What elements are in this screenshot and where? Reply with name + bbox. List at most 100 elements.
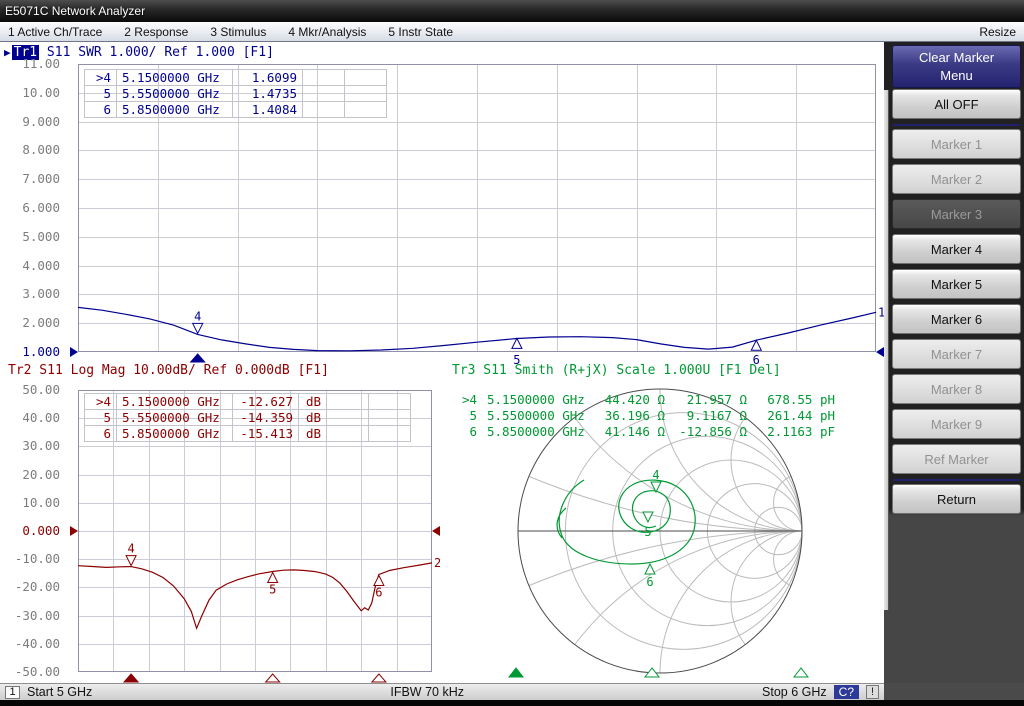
- marker-cell-empty: [369, 394, 411, 410]
- softkey-panel-edge[interactable]: [884, 90, 889, 610]
- menu-item-5[interactable]: 5 Instr State: [388, 25, 453, 39]
- axis-tick-label: 8.000: [0, 142, 60, 158]
- axis-tick-label: 0.000: [0, 523, 60, 539]
- ifbw-label[interactable]: IFBW 70 kHz: [390, 685, 464, 699]
- marker-cell: 5.5500000 GHz: [117, 86, 233, 102]
- marker-cell: >4: [85, 70, 117, 86]
- axis-tick-label: -30.00: [0, 608, 60, 624]
- channel-number-box: 1: [5, 686, 20, 699]
- softkey-all-off[interactable]: All OFF: [892, 89, 1021, 119]
- softkey-return[interactable]: Return: [892, 484, 1021, 514]
- marker-cell: 36.196 Ω: [594, 407, 670, 423]
- trace3-params: Tr3 S11 Smith (R+jX) Scale 1.000U [F1 De…: [452, 363, 781, 378]
- marker-cell: 41.146 Ω: [594, 423, 670, 439]
- marker-cell: 5.8500000 GHz: [117, 102, 233, 118]
- svg-text:5: 5: [644, 525, 651, 539]
- marker-cell: 5.8500000 GHz: [117, 426, 233, 442]
- marker-cell: 5: [85, 86, 117, 102]
- axis-tick-label: -50.00: [0, 664, 60, 680]
- tr1-marker-table: >45.1500000 GHz1.609955.5500000 GHz1.473…: [84, 69, 387, 118]
- marker-cell: >4: [85, 394, 117, 410]
- softkey-marker-6[interactable]: Marker 6: [892, 304, 1021, 334]
- marker-cell: 678.55 pH: [752, 391, 840, 407]
- marker-row: 65.8500000 GHz1.4084: [85, 102, 387, 118]
- softkey-separator: [893, 124, 1020, 126]
- marker-cell: -12.856 Ω: [670, 423, 752, 439]
- svg-text:6: 6: [375, 585, 382, 599]
- marker-row: 65.8500000 GHz41.146 Ω-12.856 Ω2.1163 pF: [452, 423, 840, 439]
- axis-tick-label: -20.00: [0, 579, 60, 595]
- marker-cell: 5.1500000 GHz: [117, 70, 233, 86]
- marker-cell: 21.957 Ω: [670, 391, 752, 407]
- axis-tick-label: 5.000: [0, 229, 60, 245]
- softkey-marker-1[interactable]: Marker 1: [892, 129, 1021, 159]
- softkey-marker-4[interactable]: Marker 4: [892, 234, 1021, 264]
- menu-item-2[interactable]: 2 Response: [124, 25, 188, 39]
- trace3-header[interactable]: Tr3 S11 Smith (R+jX) Scale 1.000U [F1 De…: [452, 362, 781, 378]
- ref-level-arrow-right: [876, 347, 884, 357]
- svg-text:4: 4: [127, 542, 134, 556]
- window-titlebar[interactable]: E5071C Network Analyzer: [0, 0, 1024, 22]
- marker-cell: 6: [85, 426, 117, 442]
- menu-item-1[interactable]: 1 Active Ch/Trace: [8, 25, 102, 39]
- marker-cell-empty: [303, 70, 345, 86]
- marker-6: 6: [374, 575, 384, 599]
- marker-6: 6: [645, 564, 655, 589]
- axis-tick-label: 10.00: [0, 85, 60, 101]
- softkey-ref-marker[interactable]: Ref Marker: [892, 444, 1021, 474]
- status-bar-right-fill: [884, 683, 1024, 700]
- marker-row: 55.5500000 GHz1.4735: [85, 86, 387, 102]
- trace2-params: Tr2 S11 Log Mag 10.00dB/ Ref 0.000dB [F1…: [8, 363, 329, 378]
- ref-level-arrow-left: [70, 347, 78, 357]
- softkey-marker-9[interactable]: Marker 9: [892, 409, 1021, 439]
- marker-cell-empty: [303, 102, 345, 118]
- marker-cell-empty: [369, 410, 411, 426]
- marker-cell: 5: [452, 407, 482, 423]
- menu-resize[interactable]: Resize: [979, 25, 1016, 39]
- axis-tick-label: -10.00: [0, 551, 60, 567]
- softkey-marker-8[interactable]: Marker 8: [892, 374, 1021, 404]
- marker-cell-empty: [327, 426, 369, 442]
- tr2-y-axis-labels: 50.0040.0030.0020.0010.000.000-10.00-20.…: [0, 386, 66, 681]
- window-bottom-edge: [0, 700, 1024, 706]
- trace2-header[interactable]: Tr2 S11 Log Mag 10.00dB/ Ref 0.000dB [F1…: [8, 362, 329, 378]
- softkey-marker-2[interactable]: Marker 2: [892, 164, 1021, 194]
- stimulus-marker: [509, 668, 523, 677]
- tr2-marker-table: >45.1500000 GHz-12.627dB55.5500000 GHz-1…: [84, 393, 411, 442]
- axis-tick-label: 20.00: [0, 467, 60, 483]
- correction-status-badge: C?: [834, 685, 859, 699]
- axis-tick-label: 3.000: [0, 286, 60, 302]
- marker-cell-empty: [345, 102, 387, 118]
- menu-item-4[interactable]: 4 Mkr/Analysis: [288, 25, 366, 39]
- marker-cell-empty: [369, 426, 411, 442]
- marker-cell: 5.5500000 GHz: [482, 407, 594, 423]
- marker-cell: -15.413: [233, 426, 299, 442]
- axis-tick-label: 7.000: [0, 171, 60, 187]
- marker-row: 55.5500000 GHz-14.359dB: [85, 410, 411, 426]
- axis-tick-label: 50.00: [0, 382, 60, 398]
- softkey-clear-marker-menu[interactable]: Clear Marker Menu: [892, 45, 1021, 88]
- axis-tick-label: 10.00: [0, 495, 60, 511]
- marker-cell: -14.359: [233, 410, 299, 426]
- start-frequency-label[interactable]: Start 5 GHz: [27, 685, 92, 699]
- softkey-marker-5[interactable]: Marker 5: [892, 269, 1021, 299]
- menu-item-3[interactable]: 3 Stimulus: [210, 25, 266, 39]
- softkey-separator: [893, 479, 1020, 481]
- stop-frequency-label[interactable]: Stop 6 GHz: [762, 685, 827, 699]
- marker-cell: dB: [299, 426, 327, 442]
- marker-cell: 5: [85, 410, 117, 426]
- alert-indicator: !: [866, 685, 879, 699]
- instrument-display: ▶ Tr1 S11 SWR 1.000/ Ref 1.000 [F1] 11.0…: [0, 42, 884, 683]
- marker-row: >45.1500000 GHz1.6099: [85, 70, 387, 86]
- marker-row: 65.8500000 GHz-15.413dB: [85, 426, 411, 442]
- stimulus-marker: [124, 674, 138, 682]
- marker-cell: 9.1167 Ω: [670, 407, 752, 423]
- marker-cell: 1.4735: [233, 86, 303, 102]
- softkey-marker-3[interactable]: Marker 3: [892, 199, 1021, 229]
- marker-cell-empty: [303, 86, 345, 102]
- stimulus-marker: [372, 674, 386, 682]
- marker-cell: 261.44 pH: [752, 407, 840, 423]
- marker-4: 4: [126, 542, 136, 566]
- tr3-trace: [557, 480, 695, 564]
- softkey-marker-7[interactable]: Marker 7: [892, 339, 1021, 369]
